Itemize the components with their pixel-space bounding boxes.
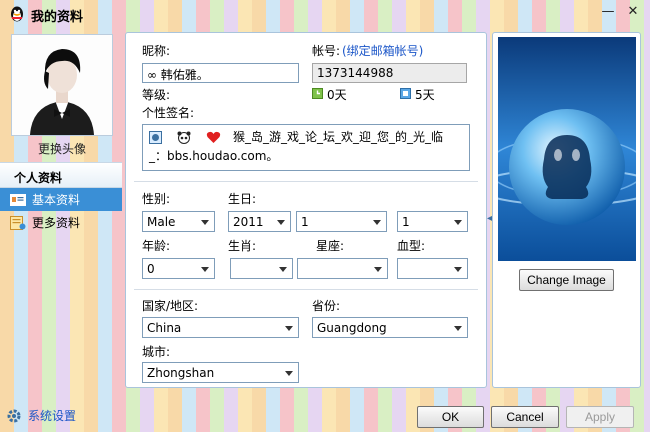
chevron-down-icon (201, 267, 209, 272)
minimize-button[interactable]: — (598, 3, 618, 21)
globe-image (498, 37, 636, 261)
province-label: 省份: (312, 299, 341, 313)
age-label: 年龄: (142, 239, 171, 253)
chevron-down-icon (373, 220, 381, 225)
online-days: 0天 (327, 88, 347, 102)
city-value: Zhongshan (147, 366, 215, 380)
city-label: 城市: (142, 345, 171, 359)
active-days-icon (400, 88, 411, 99)
birth-year-value: 2011 (233, 215, 264, 229)
signature-label: 个性签名: (142, 106, 195, 120)
country-label: 国家/地区: (142, 299, 199, 313)
gear-icon (7, 409, 21, 422)
birth-day-select[interactable]: 1 (397, 211, 468, 232)
chevron-down-icon (454, 267, 462, 272)
sidebar-item-label: 基本资料 (32, 193, 81, 207)
age-value: 0 (147, 262, 155, 276)
birthday-label: 生日: (228, 192, 257, 206)
show-image-panel: Change Image (492, 32, 641, 388)
heart-icon (206, 131, 221, 143)
clock-icon (312, 88, 323, 99)
sidebar-item-more-info[interactable]: 更多资料 (0, 211, 122, 234)
chevron-down-icon (285, 371, 293, 376)
active-days: 5天 (415, 88, 435, 102)
constellation-label: 星座: (316, 239, 345, 253)
gender-value: Male (147, 215, 176, 229)
city-select[interactable]: Zhongshan (142, 362, 299, 383)
account-label: 帐号: (312, 44, 341, 58)
chevron-down-icon (454, 220, 462, 225)
birth-month-select[interactable]: 1 (296, 211, 387, 232)
country-select[interactable]: China (142, 317, 299, 338)
profile-form: 昵称: ∞ 韩佑雅。 帐号: (绑定邮箱帐号) 1373144988 等级: 0… (125, 32, 487, 388)
id-card-icon (10, 193, 26, 206)
signature-line-2: _：bbs.houdao.com。 (149, 149, 279, 163)
constellation-select[interactable] (297, 258, 388, 279)
gender-label: 性别: (142, 192, 171, 206)
apply-button[interactable]: Apply (566, 406, 634, 428)
divider (134, 181, 478, 182)
nav-header: 个人资料 (0, 162, 122, 188)
window-title: 我的资料 (31, 10, 84, 25)
zodiac-label: 生肖: (228, 239, 257, 253)
birth-year-select[interactable]: 2011 (228, 211, 291, 232)
chevron-down-icon (279, 267, 287, 272)
signature-line-1: 猴_岛_游_戏_论_坛_欢_迎_您_的_光_临 (233, 130, 444, 144)
qq-mini-icon (149, 131, 162, 144)
bind-email-link[interactable]: (绑定邮箱帐号) (342, 42, 423, 59)
chevron-down-icon (285, 326, 293, 331)
blood-type-label: 血型: (397, 239, 426, 253)
penguin-icon (11, 6, 23, 22)
document-icon (10, 215, 26, 230)
nickname-label: 昵称: (142, 44, 171, 58)
nickname-input[interactable]: ∞ 韩佑雅。 (142, 63, 299, 83)
ok-button[interactable]: OK (417, 406, 484, 428)
show-image (498, 37, 636, 261)
signature-input[interactable]: 猴_岛_游_戏_论_坛_欢_迎_您_的_光_临 _：bbs.houdao.com… (142, 124, 470, 171)
title-bar: 我的资料 — ✕ (0, 0, 650, 28)
level-label: 等级: (142, 88, 171, 102)
gender-select[interactable]: Male (142, 211, 215, 232)
system-settings-link[interactable]: 系统设置 (6, 407, 76, 424)
blood-type-select[interactable] (397, 258, 468, 279)
change-image-button[interactable]: Change Image (519, 269, 614, 291)
panda-icon (177, 131, 191, 144)
avatar[interactable] (11, 34, 113, 136)
birth-month-value: 1 (301, 215, 309, 229)
divider (134, 289, 478, 290)
province-select[interactable]: Guangdong (312, 317, 468, 338)
sidebar-item-label: 更多资料 (32, 216, 81, 230)
chevron-down-icon (201, 220, 209, 225)
birth-day-value: 1 (402, 215, 410, 229)
avatar-image (12, 35, 112, 135)
change-avatar-link[interactable]: 更换头像 (11, 140, 113, 157)
chevron-down-icon (277, 220, 285, 225)
province-value: Guangdong (317, 321, 387, 335)
age-select[interactable]: 0 (142, 258, 215, 279)
chevron-down-icon (454, 326, 462, 331)
system-settings-label: 系统设置 (28, 409, 77, 423)
zodiac-select[interactable] (230, 258, 293, 279)
country-value: China (147, 321, 182, 335)
sidebar: 个人资料 基本资料 更多资料 (0, 162, 122, 234)
close-button[interactable]: ✕ (623, 3, 643, 21)
account-field: 1373144988 (312, 63, 467, 83)
cancel-button[interactable]: Cancel (491, 406, 559, 428)
sidebar-item-basic-info[interactable]: 基本资料 (0, 188, 122, 211)
chevron-down-icon (374, 267, 382, 272)
